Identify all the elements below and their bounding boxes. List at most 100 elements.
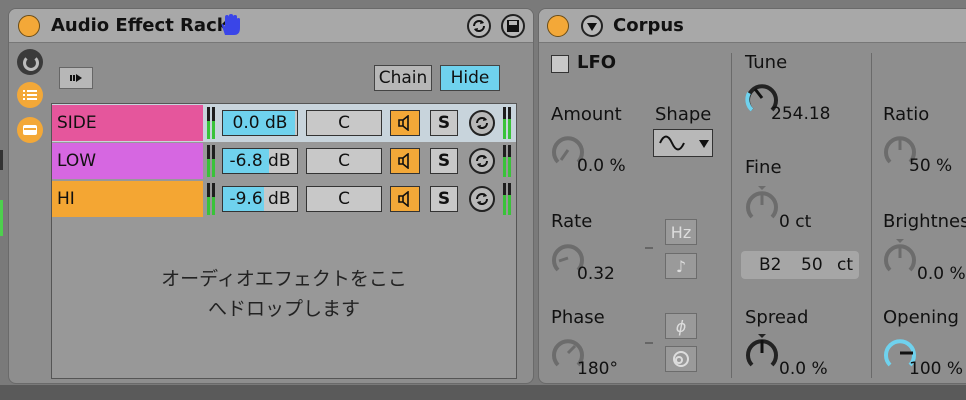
rack-knob-toggle[interactable]	[17, 49, 43, 75]
spread-knob[interactable]	[743, 334, 781, 372]
chain-mixer-button[interactable]	[469, 148, 495, 174]
chain-name[interactable]: HI	[52, 181, 203, 217]
cycle-icon	[476, 193, 488, 205]
chain-meter-left	[207, 107, 215, 139]
lfo-checkbox[interactable]	[551, 55, 569, 73]
amount-value: 0.0 %	[577, 156, 626, 176]
chain-list-panel: Chain Hide SIDE 0.0 dB C S LOW -6.8 dB C…	[49, 49, 517, 379]
sync-note-button[interactable]: ♪	[665, 253, 697, 279]
chain-pan[interactable]: C	[306, 148, 382, 174]
chain-solo-button[interactable]: S	[430, 186, 458, 212]
shape-label: Shape	[655, 104, 712, 125]
rate-value: 0.32	[577, 264, 615, 284]
drop-zone[interactable]: オーディオエフェクトをここ へドロップします	[52, 264, 516, 324]
brightness-label: Brightness	[883, 211, 966, 232]
fine-label: Fine	[745, 157, 782, 178]
phase-mode-button[interactable]: ϕ	[665, 313, 697, 339]
note-unit: ct	[837, 255, 854, 275]
chain-activator-button[interactable]	[390, 148, 420, 174]
ratio-label: Ratio	[883, 104, 930, 125]
fold-button[interactable]	[581, 15, 603, 37]
rack-power-button[interactable]	[18, 15, 40, 37]
speaker-icon	[398, 153, 409, 169]
phase-label: Phase	[551, 307, 605, 328]
drop-hint-line1: オーディオエフェクトをここ	[161, 268, 407, 290]
corpus-device: Corpus LFO Amount 0.0 % Shape Rate 0.32 …	[538, 8, 966, 384]
chain-list: SIDE 0.0 dB C S LOW -6.8 dB C S HI -9.6 …	[51, 103, 517, 379]
spread-value: 0.0 %	[779, 359, 828, 379]
left-edge-meter	[0, 150, 4, 240]
chain-meter-right	[503, 107, 511, 139]
cycle-icon	[476, 117, 488, 129]
spin-mode-button[interactable]	[665, 346, 697, 372]
opening-value: 100 %	[909, 359, 964, 379]
chain-solo-button[interactable]: S	[430, 148, 458, 174]
fine-knob[interactable]	[743, 186, 781, 224]
shape-dropdown[interactable]	[653, 129, 713, 157]
spread-label: Spread	[745, 307, 809, 328]
corpus-title: Corpus	[613, 15, 684, 36]
spin-icon	[673, 351, 689, 367]
chain-button[interactable]: Chain	[374, 65, 432, 91]
chain-name[interactable]: LOW	[52, 143, 203, 179]
chain-pan[interactable]: C	[306, 110, 382, 136]
chain-volume[interactable]: -9.6 dB	[222, 186, 298, 212]
drop-hint-line2: へドロップします	[207, 298, 360, 320]
list-icon	[23, 90, 37, 100]
device-icon	[23, 125, 37, 135]
note-cents: 50	[801, 255, 823, 275]
save-preset-button[interactable]	[501, 14, 525, 38]
link-dash	[645, 247, 653, 249]
opening-label: Opening	[883, 307, 959, 328]
chevron-down-icon	[699, 140, 709, 148]
hz-button[interactable]: Hz	[665, 219, 697, 245]
save-icon	[507, 20, 519, 32]
chain-meter-right	[503, 183, 511, 215]
chain-list-toggle[interactable]	[17, 82, 43, 108]
chain-activator-button[interactable]	[390, 110, 420, 136]
tune-label: Tune	[745, 52, 788, 73]
hide-button[interactable]: Hide	[440, 65, 500, 91]
sine-wave-icon	[659, 135, 685, 151]
tune-value: 254.18	[771, 104, 831, 124]
fine-value: 0 ct	[779, 212, 812, 232]
chain-mixer-button[interactable]	[469, 186, 495, 212]
chain-name[interactable]: SIDE	[52, 105, 203, 141]
cycle-icon	[476, 155, 488, 167]
hand-icon	[221, 14, 240, 35]
chain-row[interactable]: HI -9.6 dB C S	[52, 180, 516, 218]
phase-value: 180°	[577, 359, 618, 379]
brightness-value: 0.0 %	[917, 264, 966, 284]
speaker-icon	[398, 115, 409, 131]
amount-label: Amount	[551, 104, 622, 125]
chain-volume[interactable]: 0.0 dB	[222, 110, 298, 136]
chain-pan[interactable]: C	[306, 186, 382, 212]
play-icon	[70, 74, 82, 82]
ratio-value: 50 %	[909, 156, 953, 176]
auto-select-button[interactable]	[59, 67, 93, 89]
note-name: B2	[759, 255, 782, 275]
corpus-title-bar[interactable]: Corpus	[539, 9, 966, 43]
chain-mixer-button[interactable]	[469, 110, 495, 136]
chain-meter-left	[207, 145, 215, 177]
chain-volume[interactable]: -6.8 dB	[222, 148, 298, 174]
note-display[interactable]: B2 50 ct	[741, 251, 859, 279]
corpus-power-button[interactable]	[547, 15, 569, 37]
rack-title-bar[interactable]: Audio Effect Rack	[9, 9, 533, 43]
chain-row[interactable]: SIDE 0.0 dB C S	[52, 104, 516, 142]
brightness-knob[interactable]	[881, 239, 919, 277]
chain-row[interactable]: LOW -6.8 dB C S	[52, 142, 516, 180]
device-view-toggle[interactable]	[17, 117, 43, 143]
rate-label: Rate	[551, 211, 593, 232]
cycle-icon	[473, 20, 485, 32]
chain-solo-button[interactable]: S	[430, 110, 458, 136]
macro-toggle-button[interactable]	[467, 14, 491, 38]
rack-title: Audio Effect Rack	[51, 15, 229, 36]
chain-activator-button[interactable]	[390, 186, 420, 212]
chain-meter-left	[207, 183, 215, 215]
audio-effect-rack: Audio Effect Rack Chain Hide SIDE 0.0 dB…	[8, 8, 534, 384]
speaker-icon	[398, 191, 409, 207]
link-dash	[645, 342, 653, 344]
section-divider	[871, 53, 872, 378]
chain-meter-right	[503, 145, 511, 177]
